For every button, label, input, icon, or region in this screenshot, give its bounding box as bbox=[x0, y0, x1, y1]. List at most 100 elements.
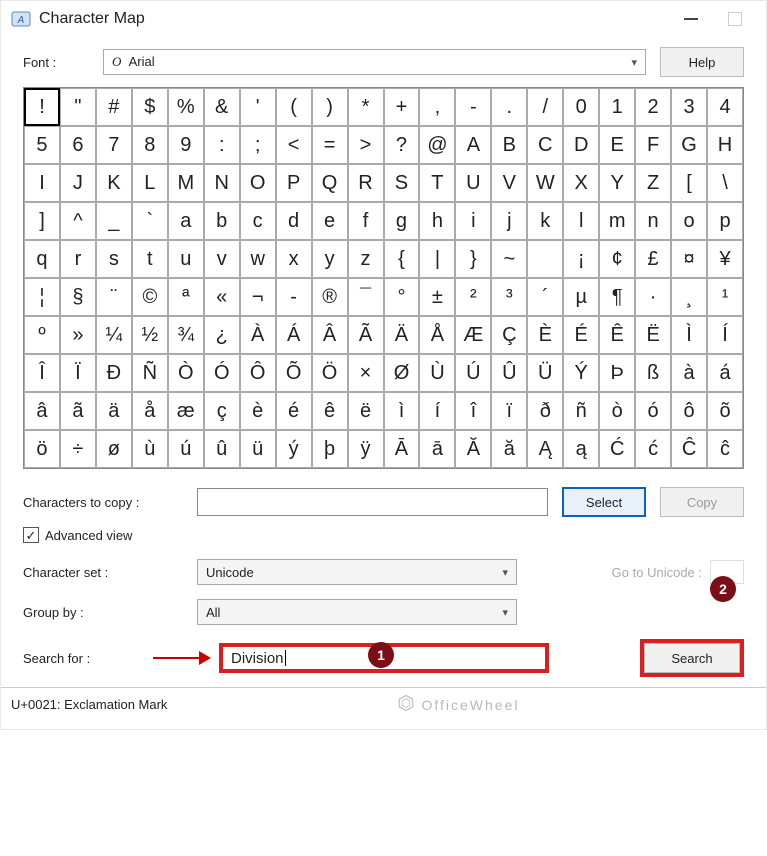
char-cell[interactable]: T bbox=[419, 164, 455, 202]
char-cell[interactable]: ± bbox=[419, 278, 455, 316]
char-cell[interactable]: 3 bbox=[671, 88, 707, 126]
char-cell[interactable]: ã bbox=[60, 392, 96, 430]
char-cell[interactable]: _ bbox=[96, 202, 132, 240]
char-cell[interactable]: þ bbox=[312, 430, 348, 468]
char-cell[interactable]: p bbox=[707, 202, 743, 240]
char-cell[interactable]: Õ bbox=[276, 354, 312, 392]
char-cell[interactable]: í bbox=[419, 392, 455, 430]
char-cell[interactable]: Ñ bbox=[132, 354, 168, 392]
char-cell[interactable]: Ö bbox=[312, 354, 348, 392]
char-cell[interactable]: U bbox=[455, 164, 491, 202]
char-cell[interactable]: E bbox=[599, 126, 635, 164]
char-cell[interactable]: v bbox=[204, 240, 240, 278]
char-cell[interactable]: Þ bbox=[599, 354, 635, 392]
char-cell[interactable]: 2 bbox=[635, 88, 671, 126]
maximize-icon[interactable] bbox=[728, 12, 742, 26]
char-cell[interactable]: Á bbox=[276, 316, 312, 354]
char-cell[interactable]: · bbox=[635, 278, 671, 316]
advanced-view-checkbox[interactable]: ✓ bbox=[23, 527, 39, 543]
char-cell[interactable]: B bbox=[491, 126, 527, 164]
char-cell[interactable]: ø bbox=[96, 430, 132, 468]
char-cell[interactable]: ³ bbox=[491, 278, 527, 316]
char-cell[interactable]: Ë bbox=[635, 316, 671, 354]
char-cell[interactable]: Í bbox=[707, 316, 743, 354]
char-cell[interactable]: » bbox=[60, 316, 96, 354]
char-cell[interactable]: V bbox=[491, 164, 527, 202]
char-cell[interactable]: û bbox=[204, 430, 240, 468]
char-cell[interactable]: ó bbox=[635, 392, 671, 430]
char-cell[interactable]: g bbox=[384, 202, 420, 240]
char-cell[interactable]: ¹ bbox=[707, 278, 743, 316]
char-cell[interactable]: ! bbox=[24, 88, 60, 126]
char-cell[interactable]: ë bbox=[348, 392, 384, 430]
char-cell[interactable]: × bbox=[348, 354, 384, 392]
char-cell[interactable]: " bbox=[60, 88, 96, 126]
char-cell[interactable]: G bbox=[671, 126, 707, 164]
char-cell[interactable]: 4 bbox=[707, 88, 743, 126]
char-cell[interactable]: É bbox=[563, 316, 599, 354]
char-cell[interactable]: ( bbox=[276, 88, 312, 126]
char-cell[interactable]: { bbox=[384, 240, 420, 278]
char-cell[interactable]: © bbox=[132, 278, 168, 316]
char-cell[interactable]: - bbox=[455, 88, 491, 126]
char-cell[interactable]: ô bbox=[671, 392, 707, 430]
char-cell[interactable]: 0 bbox=[563, 88, 599, 126]
char-cell[interactable]: X bbox=[563, 164, 599, 202]
char-cell[interactable]: K bbox=[96, 164, 132, 202]
char-cell[interactable]: ç bbox=[204, 392, 240, 430]
char-cell[interactable]: F bbox=[635, 126, 671, 164]
char-cell[interactable]: 1 bbox=[599, 88, 635, 126]
char-cell[interactable]: M bbox=[168, 164, 204, 202]
char-cell[interactable]: Ć bbox=[599, 430, 635, 468]
search-button[interactable]: Search bbox=[644, 643, 740, 673]
char-cell[interactable]: S bbox=[384, 164, 420, 202]
char-cell[interactable]: ò bbox=[599, 392, 635, 430]
char-cell[interactable]: ć bbox=[635, 430, 671, 468]
char-cell[interactable]: z bbox=[348, 240, 384, 278]
char-cell[interactable]: Ò bbox=[168, 354, 204, 392]
char-cell[interactable]: ï bbox=[491, 392, 527, 430]
char-cell[interactable]: Ç bbox=[491, 316, 527, 354]
char-cell[interactable]: c bbox=[240, 202, 276, 240]
char-cell[interactable]: l bbox=[563, 202, 599, 240]
char-cell[interactable]: ¡ bbox=[563, 240, 599, 278]
char-cell[interactable]: Ê bbox=[599, 316, 635, 354]
char-cell[interactable]: ¢ bbox=[599, 240, 635, 278]
char-cell[interactable]: Û bbox=[491, 354, 527, 392]
char-cell[interactable]: å bbox=[132, 392, 168, 430]
char-cell[interactable]: 7 bbox=[96, 126, 132, 164]
char-cell[interactable]: k bbox=[527, 202, 563, 240]
char-cell[interactable]: ] bbox=[24, 202, 60, 240]
char-cell[interactable]: Q bbox=[312, 164, 348, 202]
char-cell[interactable]: Ì bbox=[671, 316, 707, 354]
charset-select[interactable]: Unicode ▾ bbox=[197, 559, 517, 585]
copy-button[interactable]: Copy bbox=[660, 487, 744, 517]
char-cell[interactable]: Ā bbox=[384, 430, 420, 468]
char-cell[interactable]: ¾ bbox=[168, 316, 204, 354]
char-cell[interactable]: ` bbox=[132, 202, 168, 240]
char-cell[interactable]: Æ bbox=[455, 316, 491, 354]
char-cell[interactable]: e bbox=[312, 202, 348, 240]
char-cell[interactable]: @ bbox=[419, 126, 455, 164]
char-cell[interactable]: - bbox=[276, 278, 312, 316]
char-cell[interactable]: ¤ bbox=[671, 240, 707, 278]
char-cell[interactable]: O bbox=[240, 164, 276, 202]
char-cell[interactable]: Ð bbox=[96, 354, 132, 392]
char-cell[interactable]: ¦ bbox=[24, 278, 60, 316]
char-cell[interactable]: q bbox=[24, 240, 60, 278]
char-cell[interactable]: Y bbox=[599, 164, 635, 202]
char-cell[interactable]: t bbox=[132, 240, 168, 278]
font-select[interactable]: O Arial ▾ bbox=[103, 49, 646, 75]
char-cell[interactable]: R bbox=[348, 164, 384, 202]
char-cell[interactable]: Î bbox=[24, 354, 60, 392]
char-cell[interactable]: ² bbox=[455, 278, 491, 316]
char-cell[interactable]: È bbox=[527, 316, 563, 354]
char-cell[interactable]: ß bbox=[635, 354, 671, 392]
char-cell[interactable]: N bbox=[204, 164, 240, 202]
minimize-icon[interactable] bbox=[684, 18, 698, 20]
char-cell[interactable]: õ bbox=[707, 392, 743, 430]
char-cell[interactable]: r bbox=[60, 240, 96, 278]
char-cell[interactable]: P bbox=[276, 164, 312, 202]
char-cell[interactable]: Ã bbox=[348, 316, 384, 354]
help-button[interactable]: Help bbox=[660, 47, 744, 77]
